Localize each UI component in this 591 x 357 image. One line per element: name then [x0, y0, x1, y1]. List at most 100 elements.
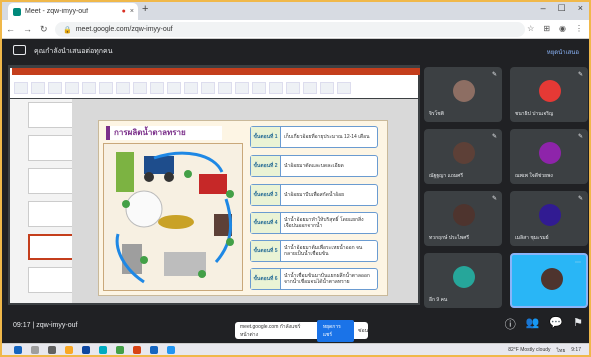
- browser-tab[interactable]: Meet - zqw-imyy-ouf ● ×: [8, 3, 138, 20]
- word-icon[interactable]: [150, 346, 158, 354]
- presenting-notice: คุณกำลังนำเสนอต่อทุกคน: [34, 48, 113, 55]
- menu-kebab-icon[interactable]: ⋮: [575, 24, 583, 33]
- search-icon[interactable]: [31, 346, 39, 354]
- powerpoint-titlebar: [12, 68, 420, 75]
- slide-title: การผลิตน้ำตาลทราย: [106, 126, 222, 140]
- meeting-time-code: 09:17 | zqw-imyy-ouf: [13, 322, 78, 329]
- powerpoint-icon[interactable]: [133, 346, 141, 354]
- slide-thumbnail[interactable]: [28, 201, 76, 227]
- more-participants-tile[interactable]: อีก 9 คน: [424, 253, 502, 308]
- ribbon-tools: [14, 82, 414, 96]
- step-label: ขั้นตอนที่ 3: [251, 185, 281, 205]
- info-icon[interactable]: ⓘ: [505, 316, 516, 332]
- participant-tile[interactable]: ✎ เมลิสา ชุมะรมย์: [510, 191, 588, 246]
- people-icon[interactable]: 👥: [526, 316, 540, 332]
- present-screen-icon: [13, 45, 26, 55]
- participant-tile[interactable]: ✎ ชนาธิป ปานเจริญ: [510, 67, 588, 122]
- participant-avatar: [453, 142, 475, 164]
- meet-presenting-header: คุณกำลังนำเสนอต่อทุกคน หยุดนำเสนอ: [0, 40, 591, 62]
- clock[interactable]: 9:17: [571, 347, 581, 355]
- edge-icon[interactable]: [99, 346, 107, 354]
- browser-toolbar-icons: ☆ ⊞ ◉ ⋮: [527, 24, 583, 33]
- reload-button[interactable]: ↻: [40, 24, 48, 35]
- step-5: ขั้นตอนที่ 5 นำน้ำอ้อยมาต้มเพื่อระเหยน้ำ…: [250, 240, 378, 262]
- meet-side-controls: ⓘ 👥 💬 ⚑: [505, 316, 583, 332]
- new-tab-button[interactable]: +: [142, 3, 148, 15]
- nav-buttons: ← → ↻: [6, 24, 48, 35]
- step-2: ขั้นตอนที่ 2 นำอ้อยมาตัดและบดละเอียด: [250, 155, 378, 177]
- participant-name: ณัฐฐญา แถมศรี: [429, 173, 464, 179]
- participant-avatar: [539, 80, 561, 102]
- store-icon[interactable]: [82, 346, 90, 354]
- step-text: นำอ้อยมาบีบเพื่อสกัดน้ำอ้อย: [284, 192, 345, 198]
- more-options-icon[interactable]: ⋯: [575, 259, 581, 266]
- participant-avatar: [453, 204, 475, 226]
- step-label: ขั้นตอนที่ 4: [251, 213, 281, 233]
- back-button[interactable]: ←: [6, 24, 15, 35]
- self-view-tile[interactable]: ⋯: [510, 253, 588, 308]
- slide-thumbnails-panel: [10, 99, 76, 303]
- participant-avatar: [453, 266, 475, 288]
- mic-muted-icon: ✎: [577, 72, 583, 78]
- chat-icon[interactable]: 💬: [549, 316, 563, 332]
- hide-notice-button[interactable]: ซ่อน: [358, 327, 368, 335]
- step-text: นำอ้อยมาตัดและบดละเอียด: [284, 163, 344, 169]
- start-windows-icon[interactable]: [14, 346, 22, 354]
- stop-sharing-button[interactable]: หยุดการแชร์: [316, 319, 355, 342]
- powerpoint-ribbon: [10, 68, 420, 98]
- step-4: ขั้นตอนที่ 4 นำน้ำอ้อยมาทำให้บริสุทธิ์ โ…: [250, 212, 378, 234]
- maximize-button[interactable]: ☐: [558, 3, 566, 14]
- step-label: ขั้นตอนที่ 6: [251, 269, 281, 289]
- step-text: เก็บเกี่ยวอ้อยที่อายุประมาณ 12-14 เดือน: [284, 134, 370, 140]
- mic-muted-icon: ✎: [577, 196, 583, 202]
- mic-muted-icon: ✎: [491, 196, 497, 202]
- participant-name: ชนาธิป ปานเจริญ: [515, 111, 554, 117]
- extensions-icon[interactable]: ⊞: [543, 24, 550, 33]
- task-view-icon[interactable]: [48, 346, 56, 354]
- stop-presenting-link[interactable]: หยุดนำเสนอ: [547, 47, 579, 57]
- chrome-icon[interactable]: [116, 346, 124, 354]
- participant-name: ทวกฤกษ์ ประไพศรี: [429, 235, 470, 241]
- system-tray: 82°F Mostly cloudy ไทย 9:17: [508, 347, 581, 355]
- url-field[interactable]: 🔒 meet.google.com/zqw-imyy-ouf: [55, 22, 525, 37]
- profile-icon[interactable]: ◉: [559, 24, 566, 33]
- step-label: ขั้นตอนที่ 5: [251, 241, 281, 261]
- slide-thumbnail[interactable]: [28, 102, 76, 128]
- url-text: meet.google.com/zqw-imyy-ouf: [75, 26, 173, 33]
- step-text: นำน้ำอ้อยมาทำให้บริสุทธิ์ โดยแยกสิ่งเจือ…: [284, 217, 364, 229]
- taskbar-apps: [14, 346, 175, 354]
- step-1: ขั้นตอนที่ 1 เก็บเกี่ยวอ้อยที่อายุประมาณ…: [250, 126, 378, 148]
- process-cycle-diagram: [115, 151, 234, 284]
- forward-button[interactable]: →: [23, 24, 32, 35]
- weather-text[interactable]: 82°F Mostly cloudy: [508, 347, 550, 355]
- step-label: ขั้นตอนที่ 2: [251, 156, 281, 176]
- more-participants-count: อีก 9 คน: [429, 297, 448, 303]
- participant-tile[interactable]: ✎ จิรโชติ: [424, 67, 502, 122]
- close-window-button[interactable]: ×: [578, 3, 583, 14]
- meet-favicon-icon: [13, 7, 21, 16]
- participant-avatar: [539, 204, 561, 226]
- lock-icon: 🔒: [63, 26, 72, 34]
- step-3: ขั้นตอนที่ 3 นำอ้อยมาบีบเพื่อสกัดน้ำอ้อย: [250, 184, 378, 206]
- slide-thumbnail-selected[interactable]: [28, 234, 76, 260]
- step-6: ขั้นตอนที่ 6 นำน้ำเชื่อมข้นมาปั่นแยกผลึก…: [250, 268, 378, 290]
- slide-thumbnail[interactable]: [28, 135, 76, 161]
- file-explorer-icon[interactable]: [65, 346, 73, 354]
- tab-close-button[interactable]: ×: [130, 8, 134, 15]
- activities-icon[interactable]: ⚑: [573, 316, 583, 332]
- language-indicator[interactable]: ไทย: [557, 347, 566, 355]
- slide-thumbnail[interactable]: [28, 168, 76, 194]
- sugar-production-cycle-illustration: [103, 143, 243, 291]
- bookmark-star-icon[interactable]: ☆: [527, 24, 534, 33]
- share-notice-text: meet.google.com กำลังแชร์หน้าต่าง: [240, 323, 301, 338]
- slide-thumbnail[interactable]: [28, 267, 76, 293]
- zoom-icon[interactable]: [167, 346, 175, 354]
- participant-name: จิรโชติ: [429, 111, 444, 117]
- participant-tile[interactable]: ✎ ทวกฤกษ์ ประไพศรี: [424, 191, 502, 246]
- step-text: นำน้ำอ้อยมาต้มเพื่อระเหยน้ำออก จนกลายเป็…: [284, 245, 363, 257]
- mic-muted-icon: ✎: [491, 72, 497, 78]
- participant-tile[interactable]: ✎ ณัฐฐญา แถมศรี: [424, 129, 502, 184]
- windows-taskbar: 82°F Mostly cloudy ไทย 9:17: [0, 343, 591, 357]
- minimize-button[interactable]: –: [541, 3, 546, 14]
- participant-tile[interactable]: ✎ ณพเพ ใจดีช่วยพง: [510, 129, 588, 184]
